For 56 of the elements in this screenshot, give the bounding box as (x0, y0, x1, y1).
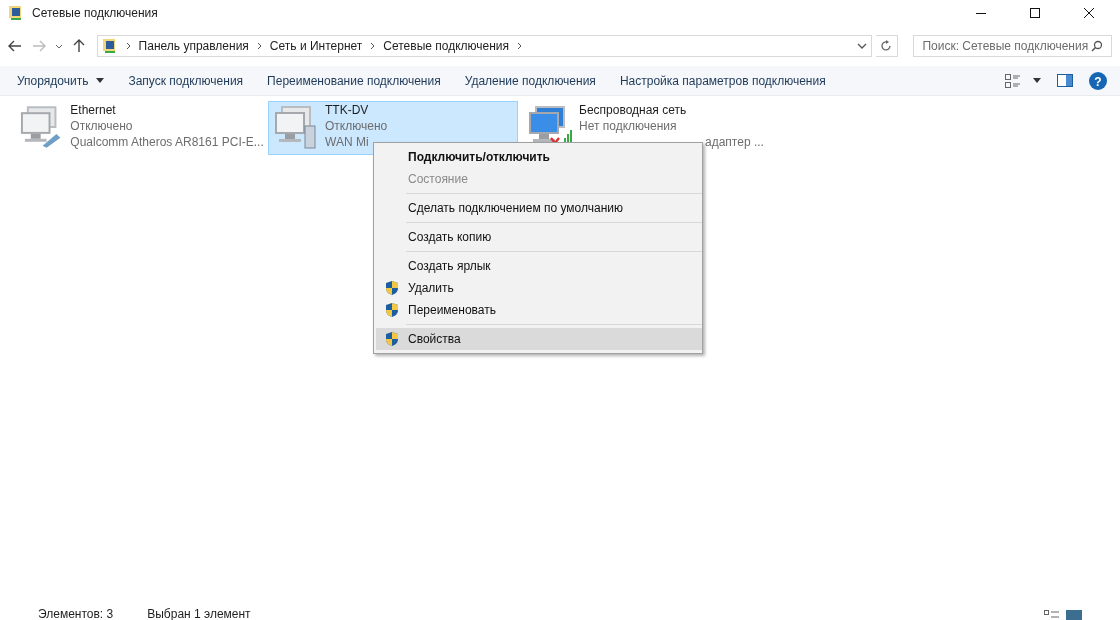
toolbar-button[interactable]: Переименование подключения (255, 65, 453, 96)
search-icon (1091, 40, 1103, 52)
refresh-button[interactable] (876, 35, 898, 57)
chevron-icon (125, 42, 131, 50)
toolbar-button[interactable]: Настройка параметров подключения (607, 65, 838, 96)
toolbar-button[interactable]: Упорядочить (5, 65, 117, 96)
search-field[interactable]: Поиск: Сетевые подключения (913, 35, 1112, 57)
menu-item[interactable]: Сделать подключением по умолчанию (376, 197, 702, 219)
dropdown-caret-icon[interactable] (857, 43, 867, 49)
breadcrumb-item[interactable]: Сетевые подключения (383, 37, 510, 55)
minimize-icon (976, 12, 986, 14)
caret-icon (55, 43, 64, 49)
connection-name: TTK-DV (325, 102, 370, 118)
breadcrumb-item[interactable]: Панель управления (138, 37, 249, 55)
connection-name: Беспроводная сеть (579, 102, 688, 118)
caret-icon (1033, 78, 1041, 83)
back-arrow-icon (8, 40, 22, 52)
breadcrumb-item[interactable]: Сеть и Интернет (269, 37, 363, 55)
menu-item[interactable]: Удалить (376, 277, 702, 299)
menu-item[interactable]: Создать копию (376, 226, 702, 248)
connection-status: Отключено (325, 118, 388, 134)
connection-name: Ethernet (70, 102, 117, 118)
chevron-icon (256, 42, 262, 50)
details-view-icon[interactable] (1044, 610, 1060, 620)
help-icon: ? (1089, 71, 1107, 90)
up-arrow-icon (73, 39, 85, 53)
menu-item[interactable]: Переименовать (376, 299, 702, 321)
item-count: Элементов: 3 (38, 608, 114, 620)
connection-device: Qualcomm Atheros AR8161 PCI-E... (70, 134, 261, 150)
forward-arrow-icon (31, 40, 46, 52)
preview-pane-icon (1057, 74, 1073, 87)
close-icon (1084, 8, 1094, 18)
toolbar-button[interactable]: Удаление подключения (452, 65, 608, 96)
caret-icon (96, 78, 105, 83)
shield-icon (385, 302, 399, 318)
chevron-icon (517, 42, 523, 50)
address-bar[interactable]: Панель управления Сеть и Интернет Сетевые подключения (96, 35, 872, 57)
window-title: Сетевые подключения (32, 5, 158, 22)
shield-icon (385, 331, 399, 347)
network-folder-icon (101, 38, 118, 54)
menu-item[interactable]: Свойства (376, 328, 702, 350)
connection-status: Нет подключения (579, 118, 678, 134)
network-folder-icon (8, 5, 24, 21)
connection-item[interactable]: Ethernet Отключено Qualcomm Atheros AR8161 PCI-E... (14, 101, 264, 155)
connection-device: WAN Mi (325, 134, 370, 150)
connection-device: адаптер ... (704, 134, 764, 150)
details-view-icon (1005, 73, 1021, 88)
refresh-icon (880, 40, 893, 52)
menu-item[interactable]: Создать ярлык (376, 255, 702, 277)
shield-icon (385, 280, 399, 296)
help-button[interactable]: ? (1081, 71, 1115, 90)
maximize-icon (1030, 8, 1040, 18)
connection-status: Отключено (70, 118, 134, 134)
chevron-icon (370, 42, 376, 50)
toolbar-button[interactable]: Запуск подключения (116, 65, 256, 96)
selection-count: Выбран 1 элемент (147, 608, 251, 620)
